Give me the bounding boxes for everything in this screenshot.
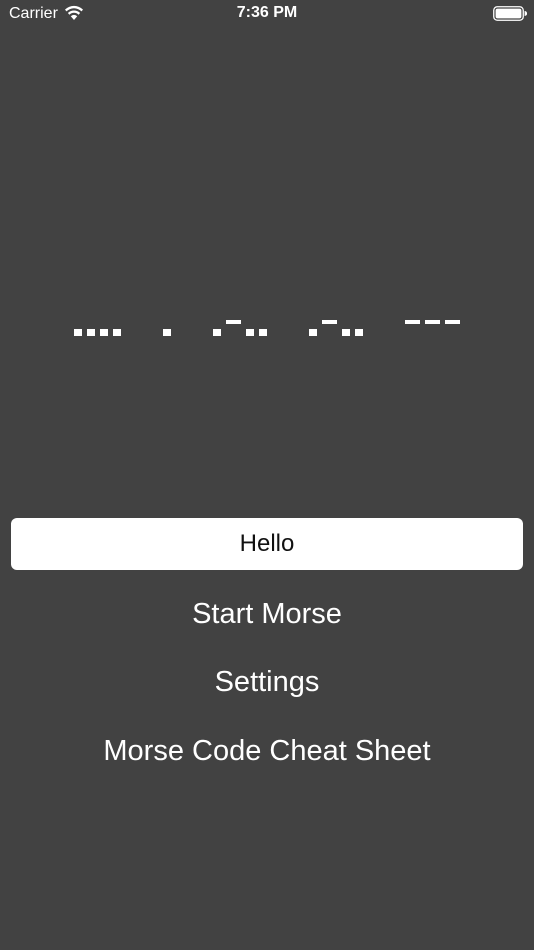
morse-dot [355,329,363,336]
start-morse-button[interactable]: Start Morse [0,594,534,634]
morse-dot [259,329,267,336]
morse-dot [246,329,254,336]
status-bar: Carrier 7:36 PM [0,0,534,28]
cheat-sheet-button[interactable]: Morse Code Cheat Sheet [0,731,534,771]
morse-dot [113,329,121,336]
settings-button[interactable]: Settings [0,662,534,702]
morse-dash [425,320,440,324]
morse-dash [226,320,241,324]
morse-dot [100,329,108,336]
morse-dot [87,329,95,336]
app-screen: Carrier 7:36 PM Start Morse Settings Mor… [0,0,534,950]
status-time: 7:36 PM [236,4,298,21]
morse-dash [322,320,337,324]
message-input[interactable] [11,518,523,570]
morse-dot [74,329,82,336]
morse-dash [445,320,460,324]
morse-dot [163,329,171,336]
morse-dot [309,329,317,336]
morse-dot [342,329,350,336]
morse-dot [213,329,221,336]
morse-dash [405,320,420,324]
morse-code-display [0,300,534,350]
battery-full-icon [493,6,527,21]
